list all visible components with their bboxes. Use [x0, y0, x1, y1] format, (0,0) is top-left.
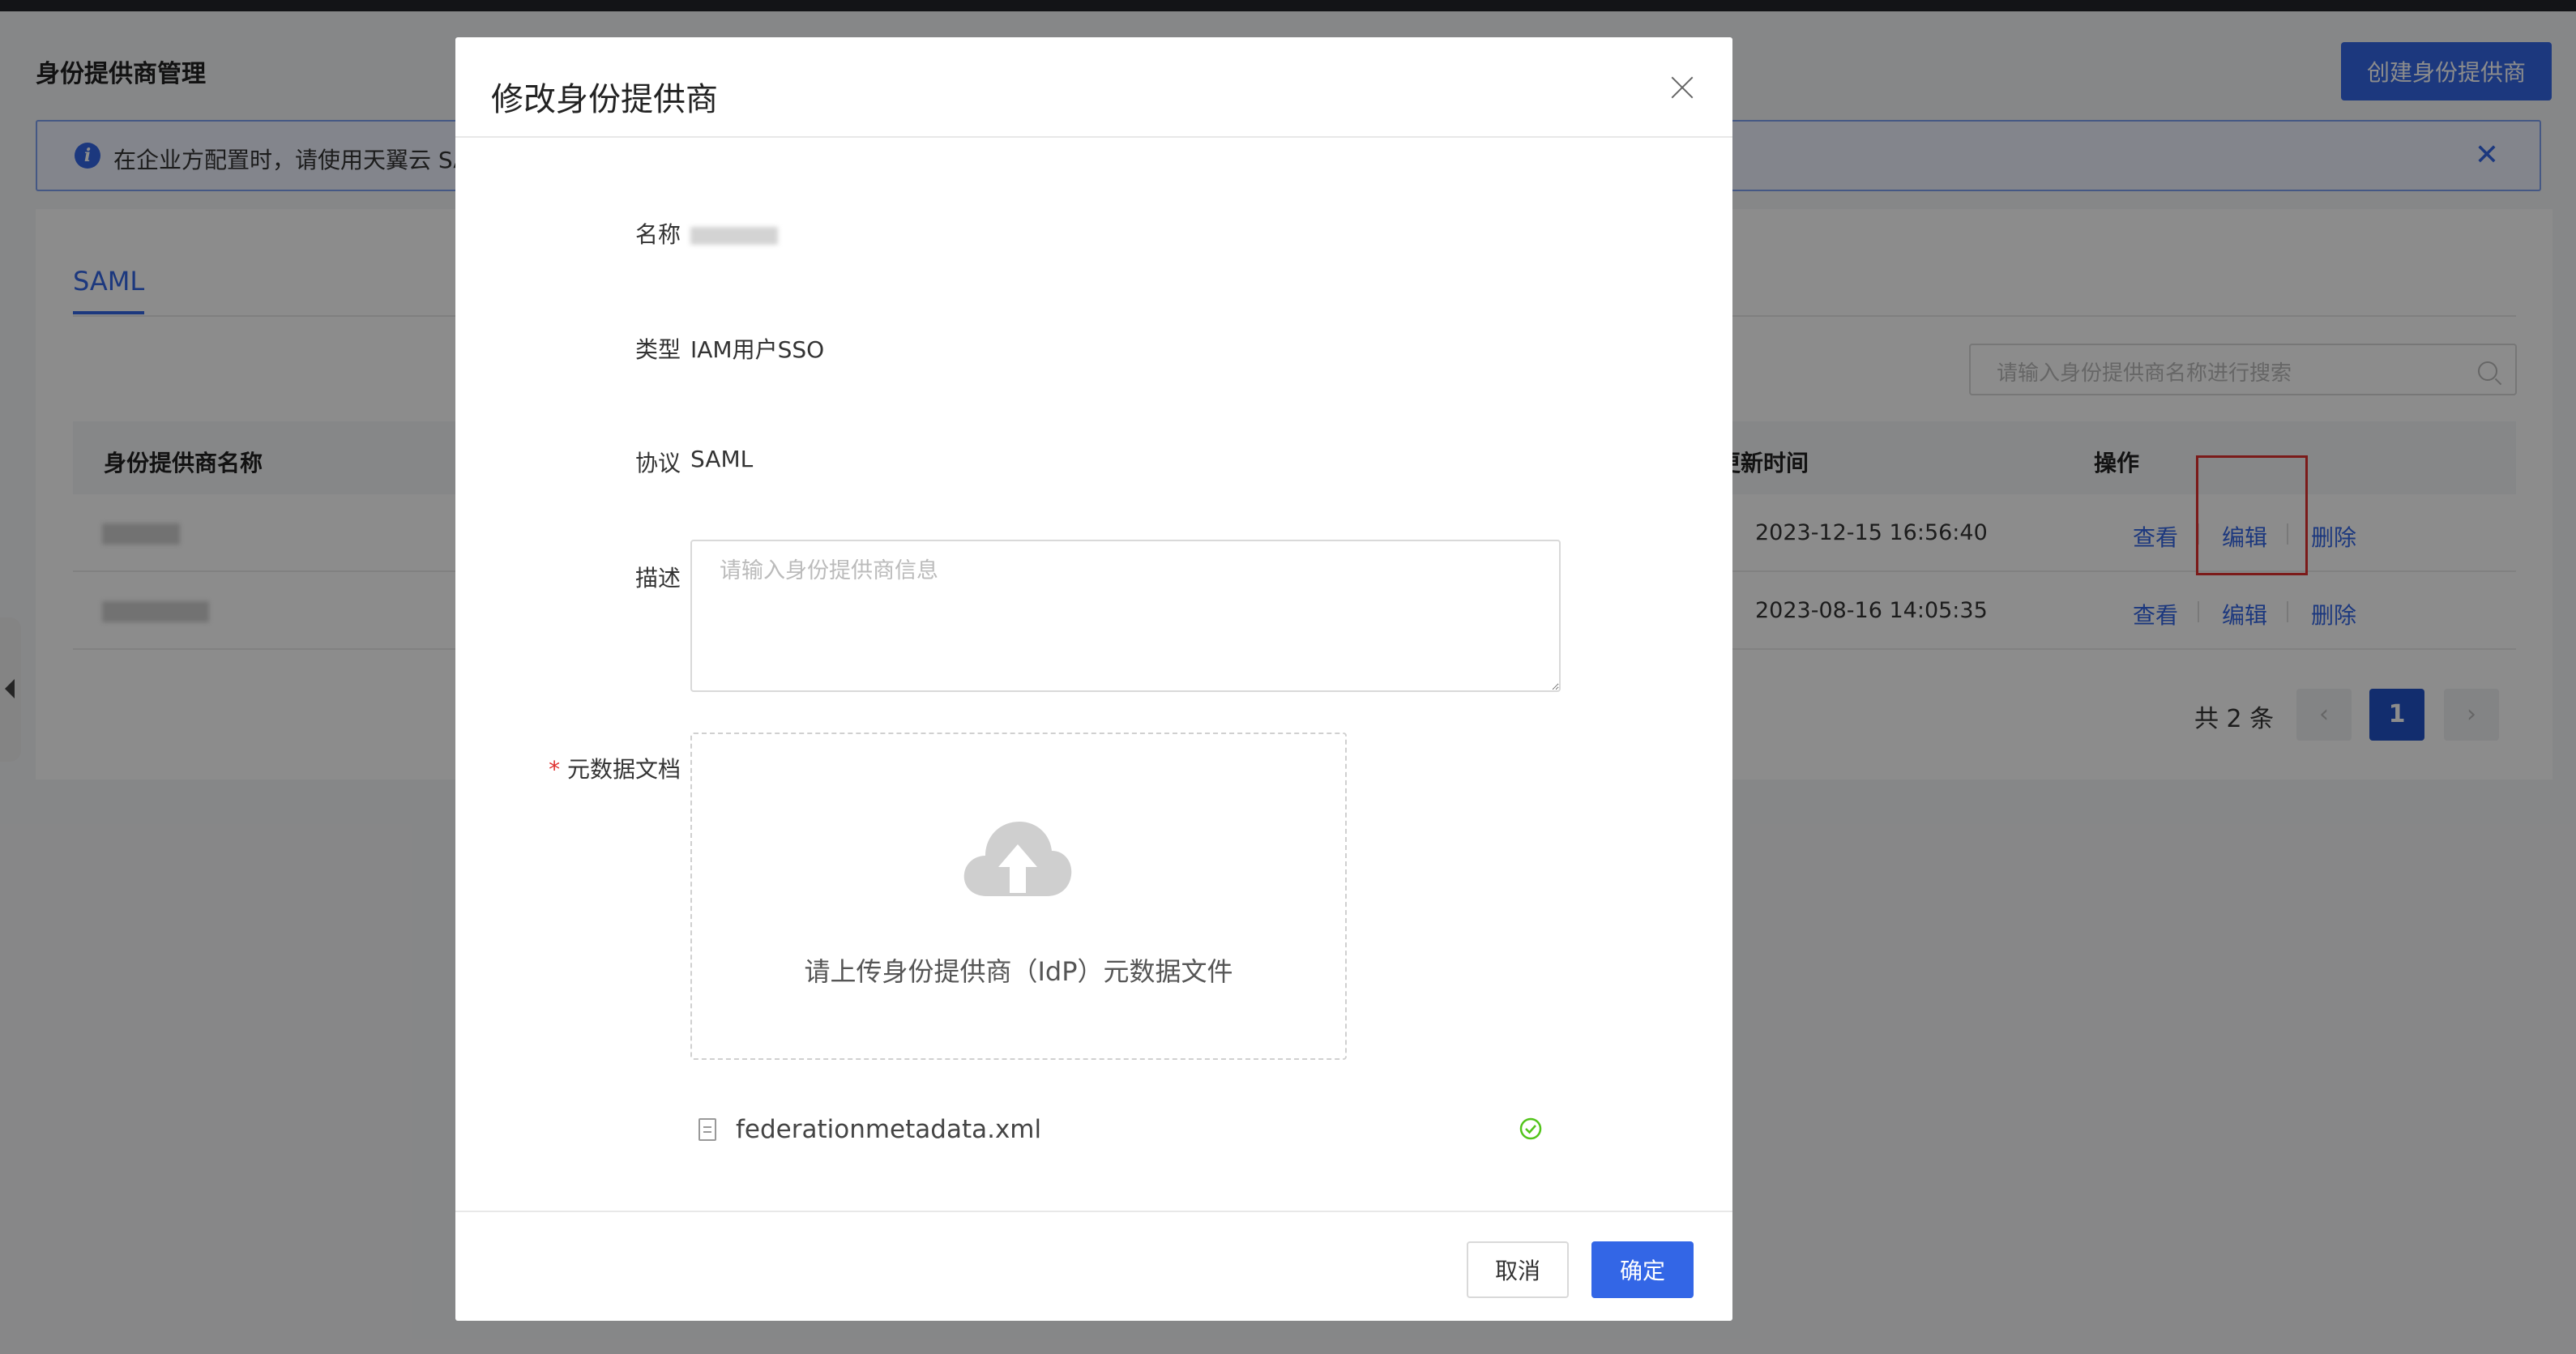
file-name: federationmetadata.xml	[736, 1115, 1042, 1144]
metadata-label-text: 元数据文档	[566, 756, 681, 783]
dialog-title: 修改身份提供商	[491, 81, 718, 118]
check-circle-icon	[1519, 1117, 1542, 1140]
protocol-value: SAML	[690, 446, 754, 472]
close-icon[interactable]	[1668, 73, 1697, 102]
metadata-upload-dropzone[interactable]: 请上传身份提供商（IdP）元数据文件	[690, 733, 1347, 1060]
cancel-button[interactable]: 取消	[1467, 1241, 1569, 1298]
type-label: 类型	[634, 336, 681, 363]
cloud-upload-icon	[963, 822, 1072, 896]
required-mark: *	[549, 756, 561, 783]
dialog-footer: 取消 确定	[455, 1211, 1732, 1321]
edit-identity-provider-dialog: 修改身份提供商 名称 类型 IAM用户SSO 协议 SAML 描述 * 元数据文…	[455, 37, 1732, 1321]
metadata-label: * 元数据文档	[549, 752, 681, 784]
upload-hint: 请上传身份提供商（IdP）元数据文件	[804, 956, 1233, 987]
confirm-button[interactable]: 确定	[1591, 1241, 1694, 1298]
type-value: IAM用户SSO	[690, 336, 825, 363]
dialog-header: 修改身份提供商	[455, 37, 1732, 138]
name-label: 名称	[634, 221, 681, 248]
file-icon	[698, 1118, 716, 1141]
protocol-label: 协议	[634, 450, 681, 476]
description-field[interactable]	[690, 540, 1561, 692]
uploaded-file-item[interactable]: federationmetadata.xml	[690, 1112, 1564, 1149]
name-value-blurred	[690, 227, 778, 245]
description-label: 描述	[634, 565, 681, 592]
